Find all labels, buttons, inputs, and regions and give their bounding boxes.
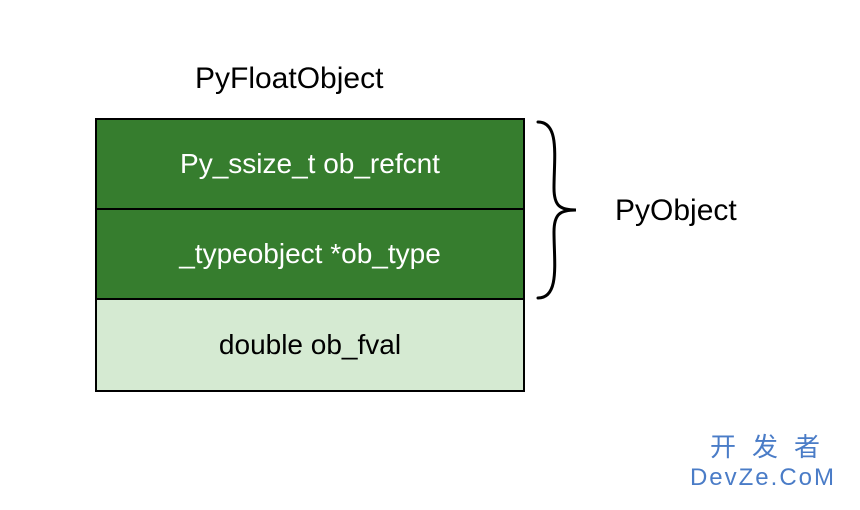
struct-row-obtype: _typeobject *ob_type <box>97 210 523 300</box>
watermark-line1: 开发者 <box>690 427 836 464</box>
field-text: _typeobject *ob_type <box>179 238 441 270</box>
watermark: 开发者 DevZe.CoM <box>690 427 836 492</box>
struct-row-refcnt: Py_ssize_t ob_refcnt <box>97 120 523 210</box>
watermark-line2: DevZe.CoM <box>690 464 836 492</box>
brace-label: PyObject <box>615 194 737 228</box>
field-text: double ob_fval <box>219 329 401 361</box>
brace-icon <box>530 118 600 302</box>
struct-table: Py_ssize_t ob_refcnt _typeobject *ob_typ… <box>95 118 525 392</box>
struct-title: PyFloatObject <box>195 62 383 96</box>
struct-row-obfval: double ob_fval <box>97 300 523 390</box>
field-text: Py_ssize_t ob_refcnt <box>180 148 440 180</box>
